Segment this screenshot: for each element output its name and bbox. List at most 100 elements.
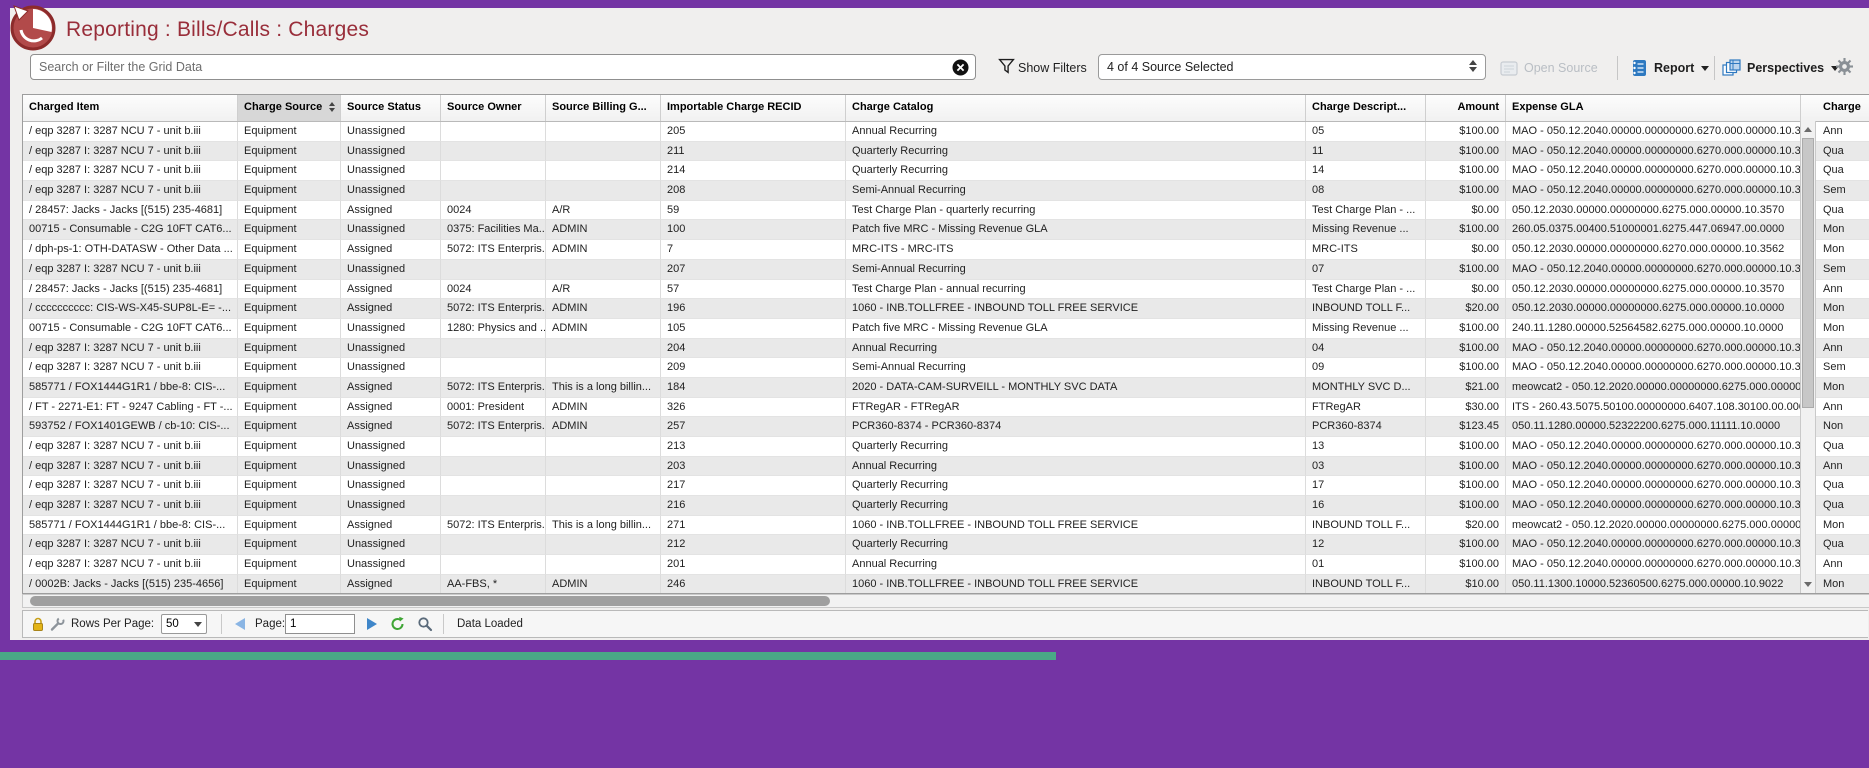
table-row[interactable]: / eqp 3287 I: 3287 NCU 7 - unit b.iiiEqu… — [23, 161, 1869, 181]
table-row[interactable]: 585771 / FOX1444G1R1 / bbe-8: CIS-...Equ… — [23, 516, 1869, 536]
cell: Assigned — [341, 516, 441, 536]
table-row[interactable]: / 0002B: Jacks - Jacks [(515) 235-4656]E… — [23, 575, 1869, 594]
toolbar-separator — [1617, 56, 1618, 80]
column-header-source-owner[interactable]: Source Owner — [441, 95, 546, 121]
column-header-charge-source[interactable]: Charge Source — [238, 95, 341, 121]
cell: 212 — [661, 535, 846, 555]
scroll-up-icon[interactable] — [1801, 122, 1815, 137]
cell: / eqp 3287 I: 3287 NCU 7 - unit b.iii — [23, 339, 238, 359]
table-row[interactable]: / cccccccccc: CIS-WS-X45-SUP8L-E= -...Eq… — [23, 299, 1869, 319]
column-header-importable-charge-recid[interactable]: Importable Charge RECID — [661, 95, 846, 121]
report-button[interactable]: Report — [1630, 56, 1709, 80]
vertical-scrollbar[interactable] — [1800, 121, 1816, 593]
table-row[interactable]: 593752 / FOX1401GEWB / cb-10: CIS-...Equ… — [23, 417, 1869, 437]
cell: Unassigned — [341, 358, 441, 378]
column-header-charged-item[interactable]: Charged Item — [23, 95, 238, 121]
cell: / eqp 3287 I: 3287 NCU 7 - unit b.iii — [23, 181, 238, 201]
column-header-charge-descript[interactable]: Charge Descript... — [1306, 95, 1426, 121]
table-row[interactable]: 00715 - Consumable - C2G 10FT CAT6...Equ… — [23, 319, 1869, 339]
cell: 217 — [661, 476, 846, 496]
cell: FTRegAR - FTRegAR — [846, 398, 1306, 418]
previous-page-icon[interactable] — [235, 618, 245, 630]
column-header-source-billing-g[interactable]: Source Billing G... — [546, 95, 661, 121]
cell: $100.00 — [1426, 122, 1506, 142]
cell — [441, 122, 546, 142]
cell: MAO - 050.12.2040.00000.00000000.6270.00… — [1506, 555, 1801, 575]
cell: Assigned — [341, 280, 441, 300]
column-header-source-status[interactable]: Source Status — [341, 95, 441, 121]
table-row[interactable]: / eqp 3287 I: 3287 NCU 7 - unit b.iiiEqu… — [23, 457, 1869, 477]
wrench-icon[interactable] — [50, 611, 65, 637]
cell: A/R — [546, 201, 661, 221]
scroll-down-icon[interactable] — [1801, 577, 1815, 592]
vertical-scrollbar-thumb[interactable] — [1802, 138, 1814, 408]
cell — [546, 476, 661, 496]
cell: 7 — [661, 240, 846, 260]
cell — [546, 181, 661, 201]
cell: ADMIN — [546, 220, 661, 240]
table-row[interactable]: / eqp 3287 I: 3287 NCU 7 - unit b.iiiEqu… — [23, 122, 1869, 142]
cell: $100.00 — [1426, 437, 1506, 457]
table-row[interactable]: / eqp 3287 I: 3287 NCU 7 - unit b.iiiEqu… — [23, 260, 1869, 280]
column-header-expense-gla[interactable]: Expense GLA — [1506, 95, 1801, 121]
next-page-icon[interactable] — [367, 618, 377, 630]
table-row[interactable]: / FT - 2271-E1: FT - 9247 Cabling - FT -… — [23, 398, 1869, 418]
cell: Annual Recurring — [846, 122, 1306, 142]
column-header-amount[interactable]: Amount — [1426, 95, 1506, 121]
cell: Missing Revenue ... — [1306, 220, 1426, 240]
cell: 12 — [1306, 535, 1426, 555]
table-row[interactable]: / 28457: Jacks - Jacks [(515) 235-4681]E… — [23, 280, 1869, 300]
column-search-icon[interactable] — [417, 611, 433, 637]
perspectives-label: Perspectives — [1747, 61, 1824, 75]
cell: Equipment — [238, 437, 341, 457]
cell: $100.00 — [1426, 161, 1506, 181]
table-row[interactable]: / eqp 3287 I: 3287 NCU 7 - unit b.iiiEqu… — [23, 535, 1869, 555]
search-input[interactable] — [30, 54, 976, 80]
cell: Annual Recurring — [846, 339, 1306, 359]
cell: 246 — [661, 575, 846, 594]
rows-per-page-select[interactable]: 50 — [161, 614, 207, 634]
table-row[interactable]: / eqp 3287 I: 3287 NCU 7 - unit b.iiiEqu… — [23, 142, 1869, 162]
horizontal-scrollbar-thumb[interactable] — [30, 596, 830, 606]
horizontal-scrollbar[interactable] — [22, 594, 1869, 608]
table-row[interactable]: / eqp 3287 I: 3287 NCU 7 - unit b.iiiEqu… — [23, 437, 1869, 457]
cell: ADMIN — [546, 240, 661, 260]
cell — [546, 358, 661, 378]
column-header-charge-catalog[interactable]: Charge Catalog — [846, 95, 1306, 121]
cell: 14 — [1306, 161, 1426, 181]
show-filters-button[interactable]: Show Filters — [1018, 56, 1087, 80]
table-row[interactable]: / eqp 3287 I: 3287 NCU 7 - unit b.iiiEqu… — [23, 496, 1869, 516]
cell: Quarterly Recurring — [846, 142, 1306, 162]
table-row[interactable]: / eqp 3287 I: 3287 NCU 7 - unit b.iiiEqu… — [23, 555, 1869, 575]
clear-search-icon[interactable] — [952, 59, 969, 76]
grid-header-row: Charged ItemCharge SourceSource StatusSo… — [23, 95, 1869, 122]
table-row[interactable]: / 28457: Jacks - Jacks [(515) 235-4681]E… — [23, 201, 1869, 221]
cell: Equipment — [238, 181, 341, 201]
source-select[interactable]: 4 of 4 Source Selected — [1098, 54, 1486, 80]
cell: / 28457: Jacks - Jacks [(515) 235-4681] — [23, 280, 238, 300]
table-row[interactable]: / eqp 3287 I: 3287 NCU 7 - unit b.iiiEqu… — [23, 339, 1869, 359]
table-row[interactable]: / eqp 3287 I: 3287 NCU 7 - unit b.iiiEqu… — [23, 476, 1869, 496]
cell: Unassigned — [341, 496, 441, 516]
cell: 1280: Physics and ... — [441, 319, 546, 339]
cell: ADMIN — [546, 417, 661, 437]
table-row[interactable]: / eqp 3287 I: 3287 NCU 7 - unit b.iiiEqu… — [23, 181, 1869, 201]
cell: FTRegAR — [1306, 398, 1426, 418]
settings-gear-icon[interactable] — [1836, 58, 1853, 75]
refresh-icon[interactable] — [389, 611, 406, 637]
table-row[interactable]: 00715 - Consumable - C2G 10FT CAT6...Equ… — [23, 220, 1869, 240]
table-row[interactable]: / dph-ps-1: OTH-DATASW - Other Data ...E… — [23, 240, 1869, 260]
lock-icon[interactable] — [31, 611, 45, 637]
cell: ADMIN — [546, 575, 661, 594]
cell: INBOUND TOLL F... — [1306, 575, 1426, 594]
open-source-button[interactable]: Open Source — [1500, 56, 1598, 80]
perspectives-button[interactable]: Perspectives — [1722, 56, 1839, 80]
table-row[interactable]: / eqp 3287 I: 3287 NCU 7 - unit b.iiiEqu… — [23, 358, 1869, 378]
cell: $21.00 — [1426, 378, 1506, 398]
column-header-charge[interactable]: Charge — [1801, 95, 1869, 121]
cell: 050.11.1280.00000.52322200.6275.000.1111… — [1506, 417, 1801, 437]
page-number-input[interactable] — [285, 614, 355, 634]
cell — [546, 437, 661, 457]
cell: Semi-Annual Recurring — [846, 181, 1306, 201]
table-row[interactable]: 585771 / FOX1444G1R1 / bbe-8: CIS-...Equ… — [23, 378, 1869, 398]
